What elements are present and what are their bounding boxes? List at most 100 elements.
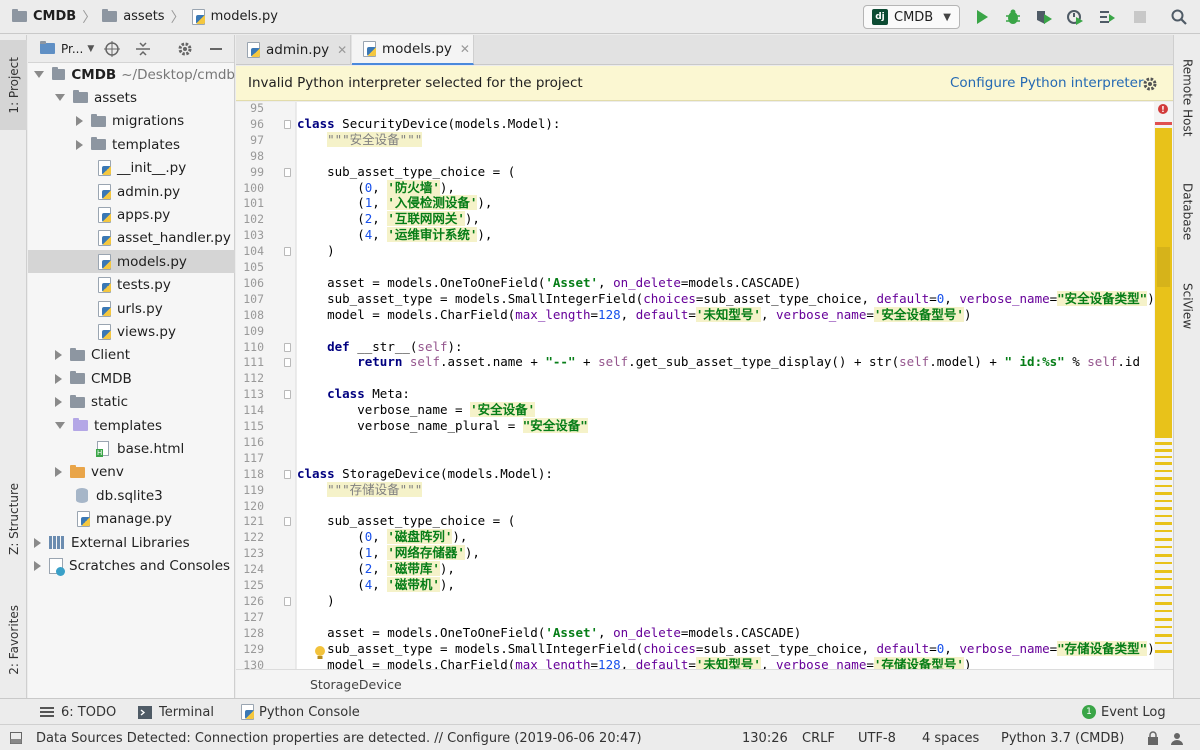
tree-item[interactable]: Hbase.html (28, 437, 235, 460)
build-icon[interactable] (1098, 8, 1116, 26)
close-icon[interactable]: ✕ (460, 42, 470, 56)
tab-favorites-label: 2: Favorites (6, 605, 21, 675)
tree-item[interactable]: Client (28, 344, 235, 367)
tree-item-label: Client (91, 347, 131, 364)
expand-right-icon[interactable] (34, 560, 41, 571)
tree-item[interactable]: venv (28, 461, 235, 484)
project-view-select[interactable]: Pr... (61, 42, 83, 56)
tree-item[interactable]: assets (28, 86, 235, 109)
lightbulb-icon[interactable] (313, 645, 327, 661)
locate-icon[interactable] (104, 41, 120, 57)
chevron-down-icon[interactable]: ▼ (87, 44, 94, 54)
expand-down-icon[interactable] (55, 94, 65, 102)
event-log-label: Event Log (1101, 704, 1166, 720)
tree-item[interactable]: models.py (28, 250, 235, 274)
list-icon (40, 707, 54, 717)
fold-marker-icon[interactable] (284, 390, 291, 400)
inspector-icon[interactable] (1170, 731, 1184, 745)
breadcrumb-file[interactable]: models.py (211, 9, 278, 24)
fold-marker-icon[interactable] (284, 119, 291, 129)
tab-favorites[interactable]: 2: Favorites (0, 590, 27, 690)
tree-item[interactable]: admin.py (28, 180, 235, 203)
expand-right-icon[interactable] (55, 350, 62, 361)
expand-down-icon[interactable] (55, 422, 65, 429)
python-file-icon (246, 42, 260, 58)
run-configuration-select[interactable]: dj CMDB ▼ (863, 5, 960, 29)
run-icon[interactable] (973, 8, 991, 26)
expand-right-icon[interactable] (34, 537, 41, 548)
tab-database[interactable]: Database (1174, 167, 1200, 257)
collapse-all-icon[interactable] (135, 41, 151, 57)
expand-right-icon[interactable] (76, 139, 83, 150)
tree-item[interactable]: urls.py (28, 297, 235, 320)
expand-right-icon[interactable] (55, 397, 62, 408)
tree-item[interactable]: static (28, 391, 235, 414)
tree-item[interactable]: CMDB ~/Desktop/cmdb (28, 63, 235, 86)
tree-item[interactable]: views.py (28, 320, 235, 343)
expand-right-icon[interactable] (55, 373, 62, 384)
search-icon[interactable] (1170, 8, 1188, 26)
fold-marker-icon[interactable] (284, 247, 291, 257)
tree-item[interactable]: templates (28, 133, 235, 156)
line-separator[interactable]: CRLF (802, 725, 835, 750)
hide-panel-icon[interactable] (208, 41, 224, 57)
event-log-tool-button[interactable]: 1 Event Log (1082, 699, 1166, 725)
tree-item[interactable]: migrations (28, 110, 235, 133)
python-console-tool-button[interactable]: Python Console (240, 699, 360, 725)
editor-breadcrumb-item[interactable]: StorageDevice (310, 677, 402, 692)
stop-icon[interactable] (1131, 8, 1149, 26)
tree-item[interactable]: Scratches and Consoles (28, 554, 235, 577)
tree-item[interactable]: CMDB (28, 367, 235, 390)
code-editor[interactable]: class SecurityDevice(models.Model): """安… (297, 102, 1154, 669)
close-icon[interactable]: ✕ (337, 43, 347, 57)
tab-remote-host[interactable]: Remote Host (1174, 43, 1200, 153)
breadcrumb-folder[interactable]: assets (123, 9, 164, 24)
tree-item[interactable]: tests.py (28, 274, 235, 297)
fold-marker-icon[interactable] (284, 342, 291, 352)
tab-structure[interactable]: Z: Structure (0, 471, 27, 566)
expand-right-icon[interactable] (55, 467, 62, 478)
tree-item[interactable]: __init__.py (28, 157, 235, 180)
expand-down-icon[interactable] (33, 71, 44, 78)
tab-sciview[interactable]: SciView (1174, 271, 1200, 341)
tab-admin-py[interactable]: admin.py ✕ (236, 35, 351, 65)
venv-folder-icon (70, 464, 85, 478)
database-file-icon (76, 488, 88, 504)
breadcrumb-project[interactable]: CMDB (33, 9, 76, 24)
gear-icon[interactable] (1142, 76, 1158, 92)
tree-item-path: ~/Desktop/cmdb (121, 66, 235, 83)
fold-marker-icon[interactable] (284, 167, 291, 177)
configure-interpreter-link[interactable]: Configure Python interpreter (950, 75, 1144, 91)
coverage-icon[interactable] (1035, 8, 1053, 26)
indent-setting[interactable]: 4 spaces (922, 725, 979, 750)
code-line: (4, '运维审计系统'), (297, 227, 493, 243)
tree-item[interactable]: asset_handler.py (28, 227, 235, 250)
fold-marker-icon[interactable] (284, 469, 291, 479)
tree-item[interactable]: db.sqlite3 (28, 484, 235, 507)
file-encoding[interactable]: UTF-8 (858, 725, 896, 750)
todo-tool-button[interactable]: 6: TODO (40, 699, 116, 725)
fold-marker-icon[interactable] (284, 517, 291, 527)
terminal-tool-button[interactable]: Terminal (138, 699, 214, 725)
status-message[interactable]: Data Sources Detected: Connection proper… (36, 725, 642, 750)
tab-project[interactable]: 1: Project (0, 40, 27, 130)
python-console-icon (240, 704, 254, 720)
code-line: (1, '入侵检测设备'), (297, 195, 493, 211)
tree-item[interactable]: manage.py (28, 508, 235, 531)
debug-icon[interactable] (1004, 8, 1022, 26)
fold-marker-icon[interactable] (284, 596, 291, 606)
fold-marker-icon[interactable] (284, 358, 291, 368)
tree-item[interactable]: templates (28, 414, 235, 437)
tree-item[interactable]: External Libraries (28, 531, 235, 554)
line-number: 116 (243, 434, 264, 449)
tab-models-py[interactable]: models.py ✕ (352, 35, 474, 65)
profile-icon[interactable] (1066, 8, 1084, 26)
gear-icon[interactable] (177, 41, 193, 57)
expand-right-icon[interactable] (76, 116, 83, 127)
panel-toggle-icon[interactable] (10, 732, 22, 744)
tree-item[interactable]: apps.py (28, 203, 235, 226)
interpreter-status[interactable]: Python 3.7 (CMDB) (1001, 725, 1124, 750)
tree-item-label: static (91, 394, 129, 411)
caret-position[interactable]: 130:26 (742, 725, 788, 750)
lock-icon[interactable] (1147, 731, 1159, 745)
